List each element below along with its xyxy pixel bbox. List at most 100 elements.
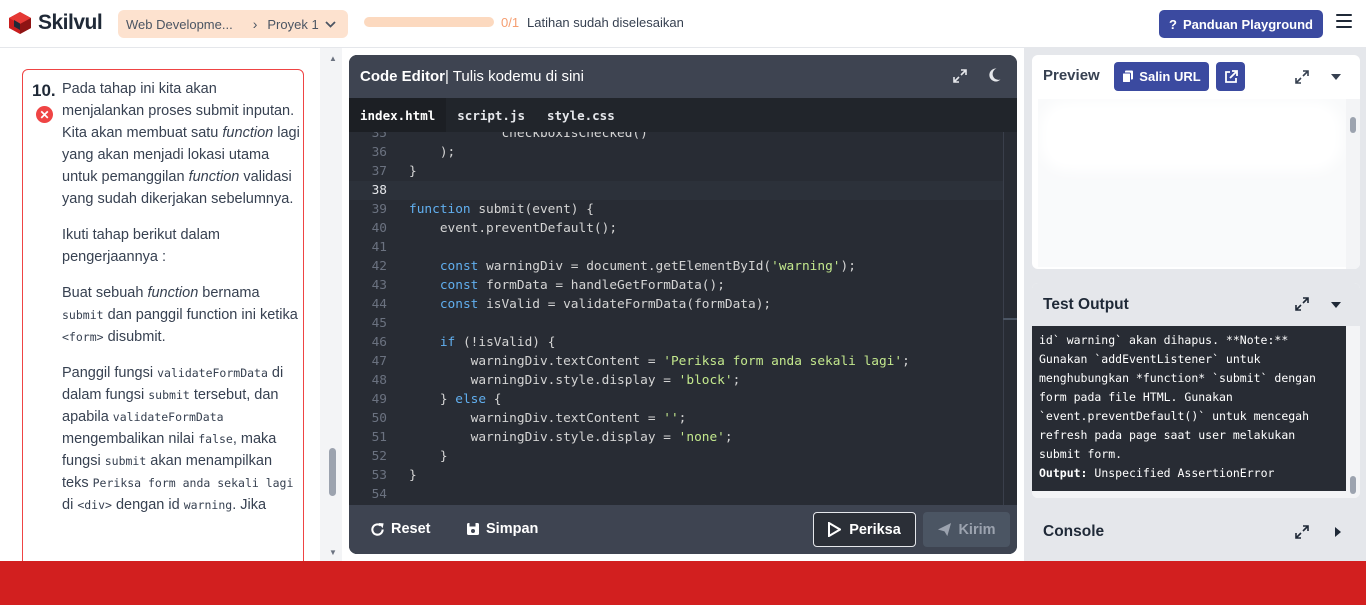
line-number: 47 (371, 354, 387, 369)
line-number: 54 (371, 487, 387, 502)
line-number: 49 (371, 392, 387, 407)
code-line[interactable]: 41 (349, 238, 1003, 257)
code-text: const isValid = validateFormData(formDat… (439, 297, 772, 312)
test-output-log[interactable]: id` warning` akan dihapus. **Note:** Gun… (1032, 326, 1346, 491)
code-line[interactable]: 53} (349, 466, 1003, 485)
preview-frame[interactable] (1038, 99, 1346, 267)
chevron-down-icon[interactable] (1330, 73, 1342, 81)
save-label: Simpan (486, 521, 539, 537)
footer-bar (0, 561, 1366, 605)
test-output-hscrollbar[interactable] (1032, 491, 1346, 498)
chevron-right-icon: › (252, 16, 258, 32)
chevron-right-icon[interactable] (1334, 526, 1342, 538)
code-line[interactable]: 36 ); (349, 143, 1003, 162)
code-text: const formData = handleGetFormData(); (439, 278, 725, 293)
progress-count: 0/1 (501, 15, 520, 30)
code-line[interactable]: 44 const isValid = validateFormData(form… (349, 295, 1003, 314)
editor-tabs: index.html script.js style.css (349, 98, 1017, 132)
code-text: event.preventDefault(); (409, 221, 618, 236)
brand-logo[interactable]: Skilvul (8, 11, 103, 35)
save-icon (467, 523, 479, 535)
line-number: 40 (371, 221, 387, 236)
line-number: 44 (371, 297, 387, 312)
code-line[interactable]: 37} (349, 162, 1003, 181)
progress-label: Latihan sudah diselesaikan (527, 15, 684, 30)
reset-icon (371, 522, 384, 536)
code-line[interactable]: 52 } (349, 447, 1003, 466)
menu-icon[interactable] (1336, 14, 1352, 32)
play-icon (828, 522, 842, 537)
scroll-thumb[interactable] (329, 448, 336, 496)
task-paragraph-4: Panggil fungsi validateFormData di dalam… (62, 365, 294, 513)
code-line[interactable]: 50 warningDiv.textContent = ''; (349, 409, 1003, 428)
check-button[interactable]: Periksa (813, 512, 916, 547)
scroll-up-icon[interactable]: ▲ (329, 54, 337, 63)
instructions-scrollbar[interactable]: ▲ ▼ (320, 48, 342, 561)
save-button[interactable]: Simpan (466, 518, 538, 540)
expand-icon[interactable] (1294, 69, 1310, 85)
tab-index-html[interactable]: index.html (349, 98, 447, 132)
code-text: warningDiv.style.display = 'none'; (409, 430, 733, 445)
test-output-header: Test Output (1032, 283, 1360, 326)
open-external-button[interactable] (1216, 62, 1245, 91)
log-line: submit form. (1039, 447, 1123, 461)
chevron-down-icon[interactable] (325, 20, 336, 28)
code-text: warningDiv.style.display = 'block'; (409, 373, 741, 388)
code-scrollbar[interactable] (1003, 132, 1017, 505)
chevron-down-icon[interactable] (1330, 301, 1342, 309)
code-line[interactable]: 49 } else { (349, 390, 1003, 409)
progress-bar (364, 17, 494, 27)
playground-guide-button[interactable]: ? Panduan Playground (1159, 10, 1323, 38)
code-text: function submit(event) { (409, 202, 594, 217)
task-number: 10. (32, 81, 56, 100)
console-panel[interactable]: Console (1032, 508, 1360, 555)
code-line[interactable]: 35 checkboxIsChecked() (349, 132, 1003, 143)
test-output-scrollbar[interactable] (1346, 326, 1360, 498)
task-description: Pada tahap ini kita akan menjalankan pro… (62, 78, 302, 530)
line-number: 45 (371, 316, 387, 331)
line-number: 42 (371, 259, 387, 274)
copy-url-button[interactable]: Salin URL (1114, 62, 1209, 91)
expand-icon[interactable] (952, 68, 968, 84)
submit-button[interactable]: Kirim (923, 512, 1010, 547)
skilvul-logo-icon (9, 12, 31, 34)
code-line[interactable]: 54 (349, 485, 1003, 504)
output-value: Unspecified AssertionError (1094, 466, 1275, 480)
line-number: 37 (371, 164, 387, 179)
log-line: id` warning` akan dihapus. **Note:** (1039, 333, 1289, 347)
code-line[interactable]: 48 warningDiv.style.display = 'block'; (349, 371, 1003, 390)
paper-plane-icon (938, 522, 952, 537)
scroll-down-icon[interactable]: ▼ (329, 548, 337, 557)
test-output-panel: Test Output id` warning` akan dihapus. *… (1032, 283, 1360, 498)
code-line[interactable]: 43 const formData = handleGetFormData(); (349, 276, 1003, 295)
preview-scrollbar[interactable] (1346, 99, 1360, 269)
tab-script-js[interactable]: script.js (446, 98, 536, 132)
code-area[interactable]: 35 checkboxIsChecked() 36 ); 37} 38 39 functi… (349, 132, 1017, 505)
code-line[interactable]: 45 (349, 314, 1003, 333)
breadcrumb-project[interactable]: Proyek 1 (267, 17, 318, 32)
copy-url-label: Salin URL (1139, 69, 1201, 84)
code-text: const warningDiv = document.getElementBy… (439, 259, 856, 274)
code-text: } (409, 468, 417, 483)
code-text: if (!isValid) { (439, 335, 556, 350)
code-line[interactable]: 40 event.preventDefault(); (349, 219, 1003, 238)
code-line[interactable]: 51 warningDiv.style.display = 'none'; (349, 428, 1003, 447)
code-text: ); (409, 145, 456, 160)
code-line[interactable]: 47 warningDiv.textContent = 'Periksa for… (349, 352, 1003, 371)
expand-icon[interactable] (1294, 524, 1310, 540)
code-line[interactable]: 42 const warningDiv = document.getElemen… (349, 257, 1003, 276)
editor-header: Code Editor | Tulis kodemu di sini (349, 55, 1017, 98)
code-text: checkboxIsChecked() (409, 132, 648, 141)
code-line[interactable]: 38 (349, 181, 1003, 200)
reset-button[interactable]: Reset (370, 518, 431, 540)
code-line[interactable]: 39 function submit(event) { (349, 200, 1003, 219)
moon-icon[interactable] (986, 67, 1002, 83)
guide-button-label: Panduan Playground (1182, 16, 1313, 32)
line-number: 51 (371, 430, 387, 445)
expand-icon[interactable] (1294, 296, 1310, 312)
breadcrumb-course[interactable]: Web Developme... (126, 17, 233, 32)
breadcrumb[interactable]: Web Developme... › Proyek 1 (118, 10, 348, 38)
tab-style-css[interactable]: style.css (536, 98, 626, 132)
copy-icon (1122, 70, 1134, 83)
code-line[interactable]: 46 if (!isValid) { (349, 333, 1003, 352)
